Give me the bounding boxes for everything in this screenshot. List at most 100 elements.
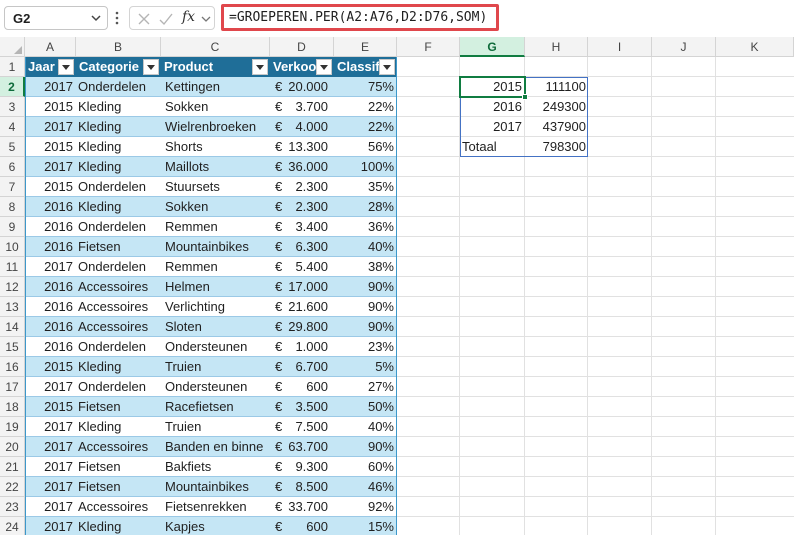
- cancel-icon[interactable]: [135, 10, 153, 28]
- cell-classificatie[interactable]: 40%: [334, 417, 394, 437]
- cell-product[interactable]: Sloten: [165, 317, 270, 337]
- row-header-16[interactable]: 16: [0, 357, 25, 377]
- cell-categorie[interactable]: Kleding: [78, 137, 161, 157]
- cell-jaar[interactable]: 2017: [25, 517, 73, 535]
- column-header-b[interactable]: B: [76, 37, 161, 57]
- cell-jaar[interactable]: 2017: [25, 77, 73, 97]
- cell-classificatie[interactable]: 100%: [334, 157, 394, 177]
- cell-categorie[interactable]: Kleding: [78, 157, 161, 177]
- cell-product[interactable]: Helmen: [165, 277, 270, 297]
- row-header-9[interactable]: 9: [0, 217, 25, 237]
- cell-classificatie[interactable]: 90%: [334, 277, 394, 297]
- formula-input[interactable]: =GROEPEREN.PER(A2:A76,D2:D76,SOM): [221, 4, 499, 31]
- cell-verkoop[interactable]: 6.700: [283, 357, 328, 377]
- cell-categorie[interactable]: Fietsen: [78, 397, 161, 417]
- cell-product[interactable]: Verlichting: [165, 297, 270, 317]
- column-header-i[interactable]: I: [588, 37, 652, 57]
- filter-dropdown-icon[interactable]: [58, 59, 74, 75]
- cell-product[interactable]: Fietsenrekken: [165, 497, 270, 517]
- result-label-cell[interactable]: 2016: [460, 97, 522, 117]
- worksheet-grid[interactable]: A B C D E F G H I J K 1 2 3 4 5 6 7 8 9 10 11 12 13 14 15 16 17 18 19…: [0, 37, 794, 535]
- cell-verkoop[interactable]: 2.300: [283, 197, 328, 217]
- cell-verkoop[interactable]: 13.300: [283, 137, 328, 157]
- filter-dropdown-icon[interactable]: [379, 59, 395, 75]
- cell-categorie[interactable]: Onderdelen: [78, 77, 161, 97]
- cell-categorie[interactable]: Kleding: [78, 357, 161, 377]
- cell-verkoop[interactable]: 3.400: [283, 217, 328, 237]
- column-header-e[interactable]: E: [334, 37, 397, 57]
- result-label-cell[interactable]: Totaal: [462, 137, 522, 157]
- row-header-23[interactable]: 23: [0, 497, 25, 517]
- cell-jaar[interactable]: 2016: [25, 337, 73, 357]
- cell-categorie[interactable]: Accessoires: [78, 497, 161, 517]
- chevron-down-icon[interactable]: [89, 9, 103, 27]
- filter-dropdown-icon[interactable]: [316, 59, 332, 75]
- column-header-f[interactable]: F: [397, 37, 460, 57]
- cell-jaar[interactable]: 2016: [25, 217, 73, 237]
- column-header-c[interactable]: C: [161, 37, 270, 57]
- row-header-20[interactable]: 20: [0, 437, 25, 457]
- cell-product[interactable]: Ondersteunen: [165, 377, 270, 397]
- result-value-cell[interactable]: 437900: [525, 117, 586, 137]
- cell-product[interactable]: Wielrenbroeken: [165, 117, 270, 137]
- result-value-cell[interactable]: 249300: [525, 97, 586, 117]
- column-header-g[interactable]: G: [460, 37, 525, 57]
- cell-classificatie[interactable]: 27%: [334, 377, 394, 397]
- cell-product[interactable]: Mountainbikes: [165, 237, 270, 257]
- cell-categorie[interactable]: Fietsen: [78, 477, 161, 497]
- cell-product[interactable]: Truien: [165, 417, 270, 437]
- cell-classificatie[interactable]: 56%: [334, 137, 394, 157]
- cell-product[interactable]: Truien: [165, 357, 270, 377]
- cell-classificatie[interactable]: 90%: [334, 317, 394, 337]
- name-box[interactable]: G2: [4, 6, 108, 30]
- cell-product[interactable]: Bakfiets: [165, 457, 270, 477]
- cell-classificatie[interactable]: 46%: [334, 477, 394, 497]
- cell-product[interactable]: Remmen: [165, 257, 270, 277]
- cell-classificatie[interactable]: 40%: [334, 237, 394, 257]
- row-header-1[interactable]: 1: [0, 57, 25, 77]
- cell-jaar[interactable]: 2015: [25, 357, 73, 377]
- cell-verkoop[interactable]: 20.000: [283, 77, 328, 97]
- cell-classificatie[interactable]: 28%: [334, 197, 394, 217]
- cell-categorie[interactable]: Onderdelen: [78, 177, 161, 197]
- cell-categorie[interactable]: Kleding: [78, 97, 161, 117]
- cell-verkoop[interactable]: 9.300: [283, 457, 328, 477]
- filter-dropdown-icon[interactable]: [143, 59, 159, 75]
- cell-verkoop[interactable]: 7.500: [283, 417, 328, 437]
- column-header-k[interactable]: K: [716, 37, 794, 57]
- cell-jaar[interactable]: 2017: [25, 457, 73, 477]
- cell-jaar[interactable]: 2015: [25, 397, 73, 417]
- cell-jaar[interactable]: 2015: [25, 97, 73, 117]
- column-header-a[interactable]: A: [25, 37, 76, 57]
- cell-verkoop[interactable]: 3.500: [283, 397, 328, 417]
- cell-verkoop[interactable]: 29.800: [283, 317, 328, 337]
- cell-classificatie[interactable]: 38%: [334, 257, 394, 277]
- row-header-13[interactable]: 13: [0, 297, 25, 317]
- row-header-5[interactable]: 5: [0, 137, 25, 157]
- cell-verkoop[interactable]: 4.000: [283, 117, 328, 137]
- cell-jaar[interactable]: 2017: [25, 157, 73, 177]
- cell-categorie[interactable]: Onderdelen: [78, 377, 161, 397]
- cell-verkoop[interactable]: 63.700: [283, 437, 328, 457]
- cell-jaar[interactable]: 2017: [25, 417, 73, 437]
- row-header-2[interactable]: 2: [0, 77, 25, 97]
- active-cell-g2[interactable]: [459, 76, 526, 98]
- row-header-22[interactable]: 22: [0, 477, 25, 497]
- row-header-18[interactable]: 18: [0, 397, 25, 417]
- cell-product[interactable]: Mountainbikes: [165, 477, 270, 497]
- cell-jaar[interactable]: 2017: [25, 497, 73, 517]
- filter-dropdown-icon[interactable]: [252, 59, 268, 75]
- row-header-10[interactable]: 10: [0, 237, 25, 257]
- cell-product[interactable]: Stuursets: [165, 177, 270, 197]
- cell-classificatie[interactable]: 35%: [334, 177, 394, 197]
- cell-verkoop[interactable]: 5.400: [283, 257, 328, 277]
- cell-classificatie[interactable]: 22%: [334, 117, 394, 137]
- row-header-7[interactable]: 7: [0, 177, 25, 197]
- cell-classificatie[interactable]: 60%: [334, 457, 394, 477]
- cell-categorie[interactable]: Onderdelen: [78, 337, 161, 357]
- cell-categorie[interactable]: Fietsen: [78, 237, 161, 257]
- row-header-6[interactable]: 6: [0, 157, 25, 177]
- cell-jaar[interactable]: 2016: [25, 297, 73, 317]
- check-icon[interactable]: [157, 10, 175, 28]
- cell-jaar[interactable]: 2015: [25, 177, 73, 197]
